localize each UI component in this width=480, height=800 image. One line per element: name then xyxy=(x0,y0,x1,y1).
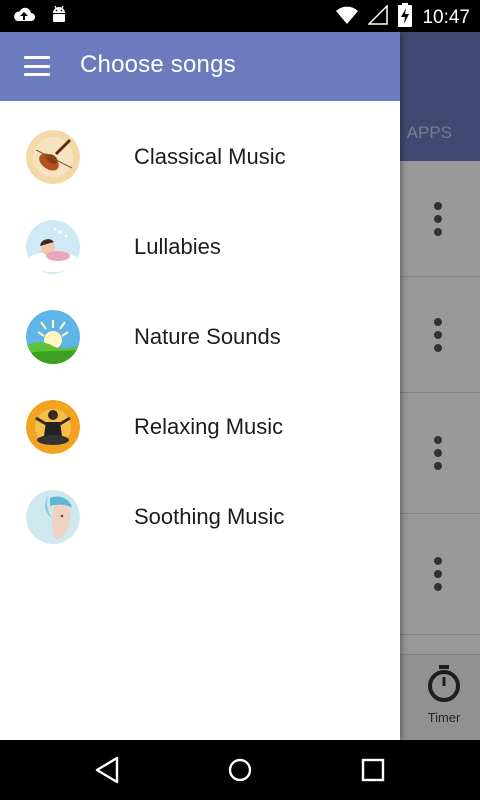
back-icon[interactable] xyxy=(92,755,122,785)
cloud-upload-icon xyxy=(12,5,36,30)
drawer-header: Choose songs xyxy=(0,32,400,101)
home-icon[interactable] xyxy=(225,755,255,785)
list-item[interactable]: Classical Music xyxy=(0,111,400,201)
sleeping-baby-icon xyxy=(26,220,80,274)
list-item[interactable]: Soothing Music xyxy=(0,471,400,561)
status-bar: 10:47 xyxy=(0,0,480,32)
list-item-label: Classical Music xyxy=(134,144,286,169)
list-item-label: Relaxing Music xyxy=(134,414,284,439)
hamburger-menu-icon[interactable] xyxy=(24,56,50,76)
violin-icon xyxy=(26,130,80,184)
meditation-icon xyxy=(26,400,80,454)
list-item[interactable]: Lullabies xyxy=(0,201,400,291)
android-icon xyxy=(50,5,68,30)
signal-icon xyxy=(367,4,389,30)
system-nav-bar xyxy=(0,740,480,800)
clock: 10:47 xyxy=(422,6,470,28)
battery-charging-icon xyxy=(398,3,413,32)
navigation-drawer: Choose songs Classical Music Lullabies N… xyxy=(0,32,400,740)
recents-icon[interactable] xyxy=(358,755,388,785)
list-item-label: Nature Sounds xyxy=(134,324,281,349)
list-item[interactable]: Relaxing Music xyxy=(0,381,400,471)
list-item-label: Lullabies xyxy=(134,234,221,259)
sunny-meadow-icon xyxy=(26,310,80,364)
list-item-label: Soothing Music xyxy=(134,504,285,529)
list-item[interactable]: Nature Sounds xyxy=(0,291,400,381)
song-category-list: Classical Music Lullabies Nature Sounds … xyxy=(0,111,400,561)
wifi-icon xyxy=(336,5,359,30)
relaxing-woman-icon xyxy=(26,490,80,544)
page-title: Choose songs xyxy=(80,51,236,78)
